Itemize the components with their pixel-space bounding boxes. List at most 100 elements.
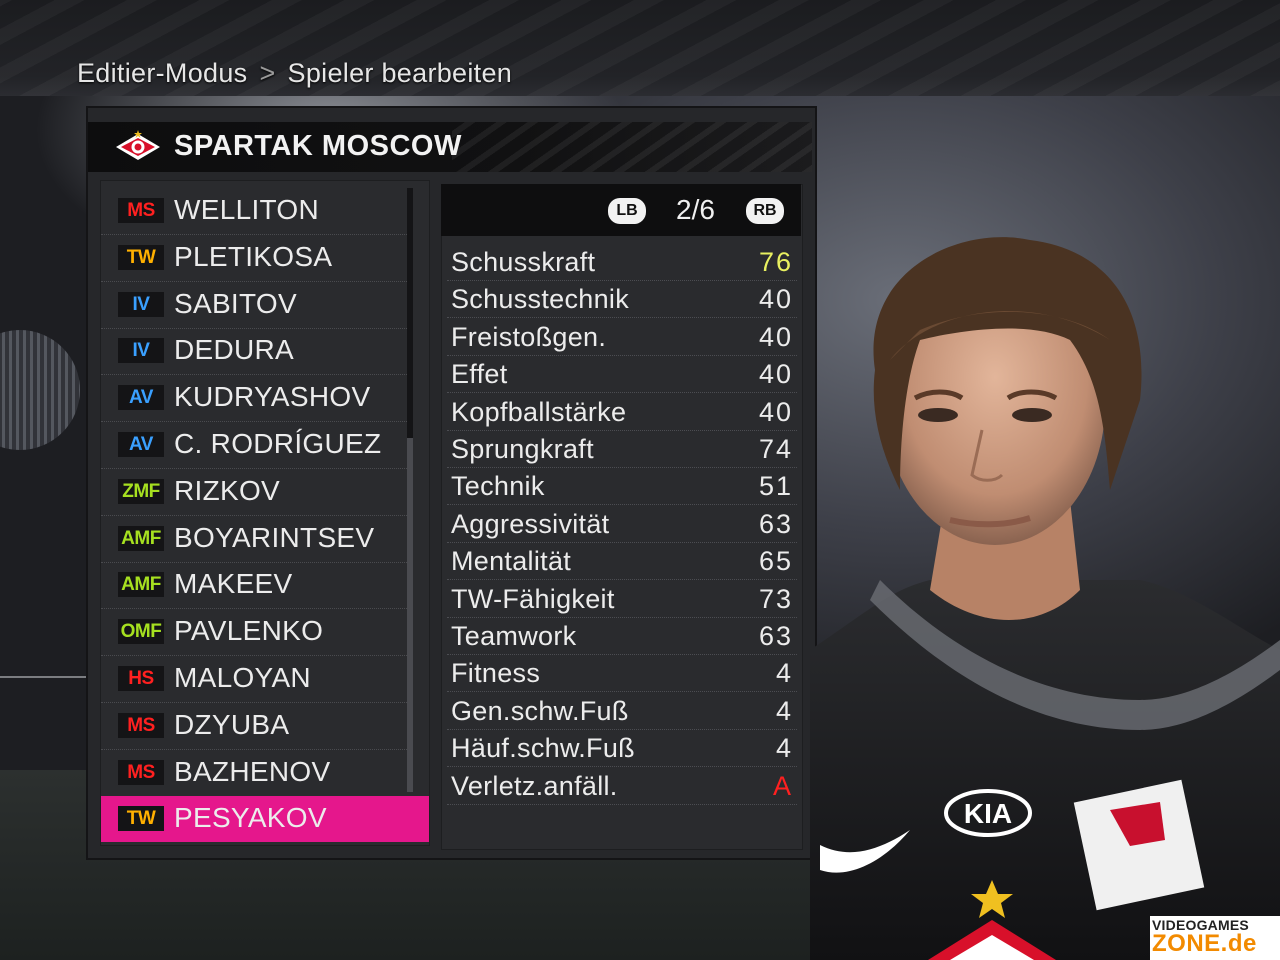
player-portrait: KIA	[810, 237, 1280, 960]
stat-row[interactable]: Schusstechnik 40	[447, 280, 797, 319]
stats-page-indicator: 2/6	[676, 194, 715, 225]
stat-label: Teamwork	[451, 621, 577, 651]
stat-label: Gen.schw.Fuß	[451, 695, 629, 726]
stat-row[interactable]: Verletz.anfäll. A	[447, 767, 797, 805]
player-name: PLETIKOSA	[174, 240, 333, 272]
stat-row[interactable]: Teamwork 63	[447, 617, 797, 655]
next-page-button[interactable]: RB	[746, 198, 784, 224]
stat-row[interactable]: TW-Fähigkeit 73	[447, 580, 797, 618]
stat-label: Kopfballstärke	[451, 396, 627, 427]
player-row[interactable]: TW PESYAKOV	[101, 796, 429, 843]
player-row[interactable]: AMF BOYARINTSEV	[101, 516, 411, 563]
stat-value: 40	[758, 284, 793, 315]
player-name: KUDRYASHOV	[174, 381, 371, 413]
position-badge: AMF	[118, 572, 164, 598]
stat-row[interactable]: Effet 40	[447, 355, 797, 394]
stat-row[interactable]: Schusskraft 76	[447, 243, 797, 281]
stat-row[interactable]: Gen.schw.Fuß 4	[447, 692, 797, 730]
position-badge: HS	[118, 666, 164, 691]
player-name: PESYAKOV	[174, 802, 327, 834]
stat-row[interactable]: Freistoßgen. 40	[447, 318, 797, 356]
position-badge: IV	[118, 338, 164, 364]
player-row[interactable]: MS DZYUBA	[101, 703, 411, 750]
stat-label: Effet	[451, 359, 508, 390]
player-name: PAVLENKO	[174, 615, 324, 647]
position-badge: MS	[118, 759, 164, 785]
player-name: MAKEEV	[174, 568, 293, 600]
stat-label: Fitness	[451, 658, 541, 689]
stat-label: TW-Fähigkeit	[451, 583, 615, 614]
player-row[interactable]: ZMF RIZKOV	[101, 469, 411, 516]
goal-frame	[0, 676, 92, 728]
player-name: DZYUBA	[174, 708, 290, 740]
stat-value: 4	[775, 658, 793, 689]
stat-label: Aggressivität	[451, 508, 610, 539]
position-badge: OMF	[118, 619, 164, 645]
player-row[interactable]: MS BAZHENOV	[101, 750, 411, 797]
player-name: MALOYAN	[174, 662, 311, 693]
stat-value: 76	[758, 247, 793, 277]
stat-row[interactable]: Aggressivität 63	[447, 505, 797, 543]
stat-label: Schusstechnik	[451, 284, 629, 315]
stat-label: Verletz.anfäll.	[451, 770, 618, 801]
stat-value: 65	[758, 546, 793, 577]
stat-label: Freistoßgen.	[451, 321, 607, 352]
player-name: SABITOV	[174, 287, 297, 319]
player-list-scroll-thumb[interactable]	[407, 438, 413, 792]
stat-row[interactable]: Fitness 4	[447, 654, 797, 693]
position-badge: AV	[118, 385, 164, 411]
stat-row[interactable]: Kopfballstärke 40	[447, 393, 797, 431]
stat-label: Schusskraft	[451, 247, 596, 277]
stat-value: 51	[758, 471, 793, 502]
stat-value: 40	[758, 321, 793, 352]
player-name: C. RODRÍGUEZ	[174, 428, 382, 459]
stat-value: A	[772, 770, 793, 801]
player-name: WELLITON	[174, 194, 320, 225]
breadcrumb-separator: >	[259, 58, 276, 88]
player-row[interactable]: AV KUDRYASHOV	[101, 375, 411, 423]
stat-value: 4	[775, 733, 793, 764]
stat-label: Mentalität	[451, 546, 572, 577]
player-name: RIZKOV	[174, 474, 281, 506]
team-name: SPARTAK MOSCOW	[174, 130, 462, 162]
position-badge: MS	[118, 712, 164, 738]
stat-label: Sprungkraft	[451, 434, 594, 464]
position-badge: TW	[118, 806, 164, 832]
player-row[interactable]: HS MALOYAN	[101, 656, 411, 703]
breadcrumb-mode: Editier-Modus	[77, 58, 248, 88]
stat-value: 74	[758, 434, 793, 464]
player-row[interactable]: TW PLETIKOSA	[101, 235, 411, 282]
stat-value: 63	[758, 621, 793, 651]
player-name: BOYARINTSEV	[174, 521, 375, 553]
breadcrumb-page: Spieler bearbeiten	[287, 58, 513, 88]
stat-row[interactable]: Mentalität 65	[447, 542, 797, 581]
player-row[interactable]: AV C. RODRÍGUEZ	[101, 422, 411, 469]
stat-row[interactable]: Häuf.schw.Fuß 4	[447, 729, 797, 768]
stat-value: 63	[758, 508, 793, 539]
spartak-crest-icon	[116, 130, 160, 160]
stat-value: 73	[758, 583, 793, 614]
position-badge: ZMF	[118, 478, 164, 504]
position-badge: AV	[118, 432, 164, 457]
player-list: MS WELLITON TW PLETIKOSA IV SABITOV IV DEDURA AV…	[100, 180, 430, 846]
stat-row[interactable]: Technik 51	[447, 467, 797, 506]
prev-page-button[interactable]: LB	[608, 198, 646, 224]
position-badge: AMF	[118, 525, 164, 551]
stat-label: Technik	[451, 471, 545, 502]
stat-label: Häuf.schw.Fuß	[451, 733, 635, 764]
player-row[interactable]: IV DEDURA	[101, 328, 411, 376]
watermark-line2: ZONE.de	[1152, 930, 1257, 957]
player-row[interactable]: MS WELLITON	[101, 188, 411, 235]
player-row[interactable]: OMF PAVLENKO	[101, 609, 411, 657]
player-row[interactable]: AMF MAKEEV	[101, 562, 411, 610]
position-badge: TW	[118, 244, 164, 270]
stat-value: 40	[758, 359, 793, 390]
stat-value: 4	[775, 695, 793, 726]
stat-row[interactable]: Sprungkraft 74	[447, 430, 797, 468]
player-name: DEDURA	[174, 334, 295, 366]
videogames-zone-watermark: VIDEOGAMES ZONE.de	[1150, 916, 1280, 960]
stat-value: 40	[758, 396, 793, 427]
sponsor-label: KIA	[964, 798, 1012, 829]
breadcrumb: Editier-Modus > Spieler bearbeiten	[77, 58, 512, 89]
player-row[interactable]: IV SABITOV	[101, 282, 411, 329]
